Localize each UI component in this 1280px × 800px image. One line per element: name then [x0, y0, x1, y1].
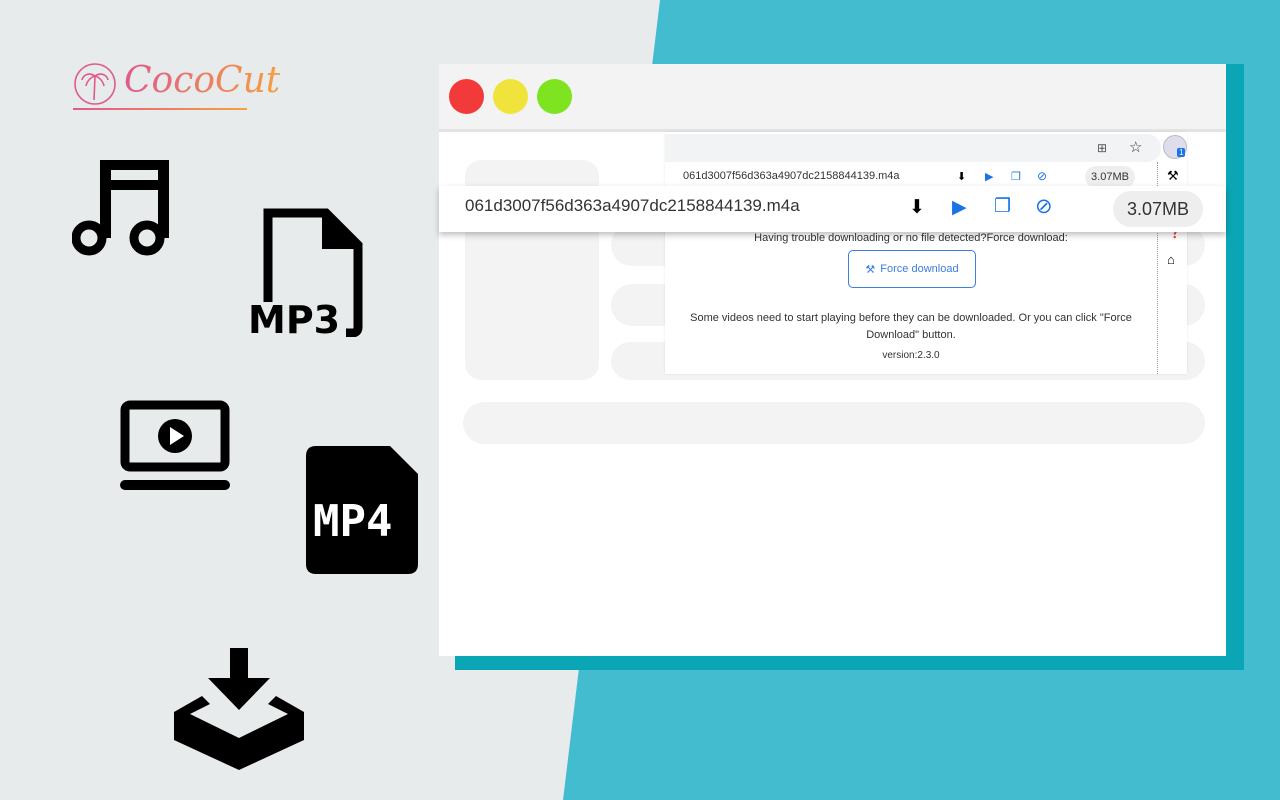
- file-size-text: 3.07MB: [1126, 198, 1190, 219]
- block-icon[interactable]: ⊘: [1035, 194, 1053, 219]
- file-size: 3.07MB: [1085, 166, 1135, 188]
- hammer-icon[interactable]: ⚒: [1167, 168, 1179, 184]
- close-button[interactable]: [449, 79, 484, 114]
- extension-badge: 1: [1177, 148, 1186, 157]
- file-name: 061d3007f56d363a4907dc2158844139.m4a: [465, 196, 800, 215]
- help-note: Some videos need to start playing before…: [690, 312, 1132, 341]
- copy-icon[interactable]: ❐: [1011, 170, 1021, 183]
- play-icon[interactable]: ▶: [952, 196, 967, 219]
- file-size: 3.07MB: [1113, 191, 1203, 227]
- force-download-button[interactable]: ⚒ Force download: [848, 250, 976, 288]
- play-icon[interactable]: ▶: [985, 170, 993, 183]
- file-size-text: 3.07MB: [1091, 171, 1129, 183]
- browser-window: ⊞ ☆ 1 061d3007f56d363a4907dc2158844139.m…: [439, 64, 1226, 656]
- extension-popup: ⊞ ☆ 1 061d3007f56d363a4907dc2158844139.m…: [665, 132, 1187, 374]
- logo-underline: [73, 108, 247, 110]
- hammer-icon: ⚒: [865, 263, 876, 276]
- star-icon[interactable]: ☆: [1129, 138, 1142, 156]
- mp3-file-icon: MP3: [248, 208, 363, 337]
- svg-text:MP4: MP4: [313, 496, 392, 547]
- force-download-label: Force download: [880, 263, 959, 275]
- maximize-button[interactable]: [537, 79, 572, 114]
- block-icon[interactable]: ⊘: [1037, 169, 1047, 183]
- download-icon[interactable]: ⬇: [957, 170, 966, 183]
- laptop-play-icon: [120, 400, 230, 490]
- copy-icon[interactable]: ❐: [994, 195, 1011, 218]
- music-note-icon: [72, 160, 169, 256]
- download-tray-icon: [174, 648, 304, 770]
- palm-logo-icon: [74, 63, 116, 105]
- svg-text:MP3: MP3: [248, 298, 340, 337]
- translate-icon[interactable]: ⊞: [1097, 141, 1107, 155]
- minimize-button[interactable]: [493, 79, 528, 114]
- highlighted-file-row: 061d3007f56d363a4907dc2158844139.m4a ⬇ ▶…: [439, 186, 1226, 232]
- brand-logo: CocoCut: [124, 60, 281, 101]
- placeholder-bar: [463, 402, 1205, 444]
- trouble-text: Having trouble downloading or no file de…: [754, 232, 1068, 244]
- home-icon[interactable]: ⌂: [1167, 252, 1175, 267]
- title-bar: [439, 64, 1226, 132]
- mp4-file-icon: MP4: [306, 446, 418, 574]
- version-text: version:2.3.0: [882, 350, 940, 361]
- download-icon[interactable]: ⬇: [909, 196, 925, 219]
- file-name: 061d3007f56d363a4907dc2158844139.m4a: [683, 170, 900, 182]
- address-bar[interactable]: [665, 134, 1161, 162]
